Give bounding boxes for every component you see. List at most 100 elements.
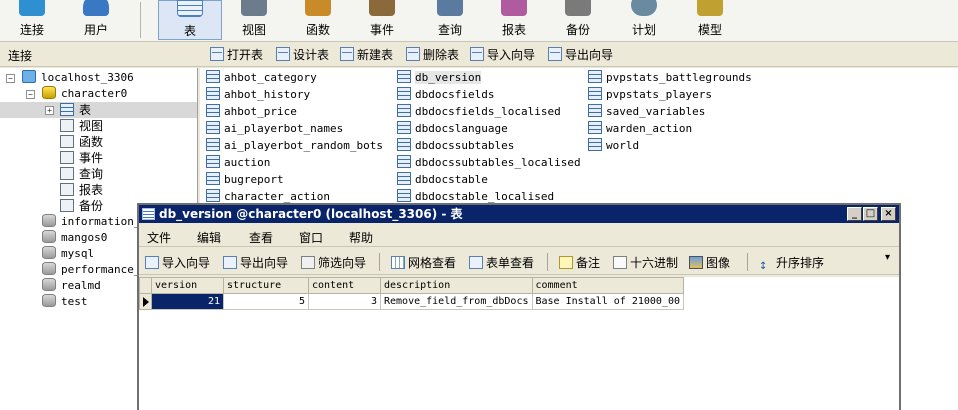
table-icon [397, 138, 411, 151]
list-item[interactable]: dbdocssubtables_localised [397, 155, 581, 171]
data-grid[interactable]: version structure content description co… [139, 277, 899, 410]
tree-db[interactable]: performance_ [42, 262, 140, 278]
memo-button[interactable]: 备注 [559, 254, 600, 271]
list-item[interactable]: dbdocsfields_localised [397, 104, 561, 120]
list-item[interactable]: ahbot_category [206, 70, 317, 86]
table-name: character_action [224, 190, 330, 203]
filter-wizard-button[interactable]: 筛选向导 [301, 254, 366, 271]
list-item[interactable]: pvpstats_battlegrounds [588, 70, 752, 86]
tree-category-views[interactable]: 视图 [60, 118, 103, 134]
list-item[interactable]: pvpstats_players [588, 87, 712, 103]
list-item[interactable]: dbdocslanguage [397, 121, 508, 137]
table-cell-comment[interactable]: Base Install of 21000_00 [531, 293, 684, 310]
list-item[interactable]: world [588, 138, 639, 154]
new-table-button[interactable]: 新建表 [340, 46, 393, 64]
column-header-structure[interactable]: structure [223, 277, 309, 294]
import-wizard-button[interactable]: 导入向导 [145, 254, 210, 271]
export-wizard-button[interactable]: 导出向导 [223, 254, 288, 271]
category-label: 报表 [79, 183, 104, 197]
column-header-version[interactable]: version [151, 277, 224, 294]
tree-db[interactable]: mangos0 [42, 230, 107, 246]
menu-file[interactable]: 文件 [147, 229, 171, 246]
minimize-button[interactable]: _ [847, 207, 862, 221]
table-cell-structure[interactable]: 5 [223, 293, 309, 310]
grid-view-button[interactable]: 网格查看 [391, 254, 456, 271]
hex-icon [613, 256, 627, 269]
user-button[interactable]: 用户 [64, 0, 128, 40]
tree-category-functions[interactable]: 函数 [60, 134, 103, 150]
function-button[interactable]: 函数 [286, 0, 350, 40]
menu-window[interactable]: 窗口 [299, 229, 323, 246]
form-view-label: 表单查看 [486, 256, 535, 270]
list-item[interactable]: dbdocsfields [397, 87, 494, 103]
hex-button[interactable]: 十六进制 [613, 254, 678, 271]
export-wizard-button[interactable]: 导出向导 [548, 46, 613, 64]
list-item[interactable]: ahbot_history [206, 87, 310, 103]
table-cell-version[interactable]: 21 [151, 293, 224, 310]
list-item[interactable]: warden_action [588, 121, 692, 137]
image-button[interactable]: 图像 [689, 254, 730, 271]
table-button[interactable]: 表 [158, 0, 222, 40]
backup-button[interactable]: 备份 [546, 0, 610, 40]
database-icon [42, 294, 56, 307]
list-item[interactable]: ai_playerbot_random_bots [206, 138, 383, 154]
table-window[interactable]: db_version @character0 (localhost_3306) … [137, 203, 901, 410]
tree-category-events[interactable]: 事件 [60, 150, 103, 166]
sort-ascending-button[interactable]: ↕ 升序排序 [759, 254, 824, 274]
schedule-button[interactable]: 计划 [612, 0, 676, 40]
data-table[interactable]: version structure content description co… [139, 277, 684, 310]
event-button[interactable]: 事件 [350, 0, 414, 40]
open-table-button[interactable]: 打开表 [210, 46, 263, 64]
table-cell-description[interactable]: Remove_field_from_dbDocs [380, 293, 533, 310]
design-table-button[interactable]: 设计表 [276, 46, 329, 64]
list-item-selected[interactable]: db_version [397, 70, 482, 86]
tree-category-backups[interactable]: 备份 [60, 198, 103, 214]
close-button[interactable]: × [881, 207, 896, 221]
toolbar-overflow-icon[interactable]: ▾ [885, 252, 890, 263]
collapse-icon[interactable]: − [26, 90, 35, 99]
table-name: ai_playerbot_random_bots [224, 139, 383, 152]
tree-db[interactable]: test [42, 294, 88, 310]
collapse-icon[interactable]: − [6, 74, 15, 83]
table-name: ahbot_category [224, 71, 317, 84]
tree-category-tables[interactable]: + 表 [0, 102, 197, 118]
category-label: 函数 [79, 135, 104, 149]
maximize-button[interactable]: □ [863, 207, 878, 221]
new-table-label: 新建表 [357, 48, 394, 62]
import-wizard-button[interactable]: 导入向导 [470, 46, 535, 64]
list-item[interactable]: dbdocstable [397, 172, 488, 188]
query-button[interactable]: 查询 [418, 0, 482, 40]
tree-category-queries[interactable]: 查询 [60, 166, 103, 182]
menu-help[interactable]: 帮助 [349, 229, 373, 246]
list-item[interactable]: saved_variables [588, 104, 705, 120]
tree-db[interactable]: realmd [42, 278, 101, 294]
list-item[interactable]: auction [206, 155, 270, 171]
table-cell-content[interactable]: 3 [308, 293, 381, 310]
window-titlebar[interactable]: db_version @character0 (localhost_3306) … [139, 205, 899, 223]
column-header-content[interactable]: content [308, 277, 381, 294]
table-row[interactable]: 21 5 3 Remove_field_from_dbDocs Base Ins… [139, 293, 684, 310]
table-name: saved_variables [606, 105, 706, 118]
tree-category-reports[interactable]: 报表 [60, 182, 103, 198]
column-header-comment[interactable]: comment [531, 277, 684, 294]
tree-db[interactable]: mysql [42, 246, 94, 262]
model-button[interactable]: 模型 [678, 0, 742, 40]
delete-table-button[interactable]: 删除表 [406, 46, 459, 64]
expand-icon[interactable]: + [45, 106, 54, 115]
list-item[interactable]: ahbot_price [206, 104, 297, 120]
report-button[interactable]: 报表 [482, 0, 546, 40]
list-item[interactable]: bugreport [206, 172, 284, 188]
view-button[interactable]: 视图 [222, 0, 286, 40]
database-icon [42, 230, 56, 243]
menu-view[interactable]: 查看 [249, 229, 273, 246]
form-view-button[interactable]: 表单查看 [469, 254, 534, 271]
connect-button[interactable]: 连接 [0, 0, 64, 40]
tree-db[interactable]: information_ [42, 214, 140, 230]
menu-edit[interactable]: 编辑 [197, 229, 221, 246]
tree-host[interactable]: − localhost_3306 [6, 70, 134, 86]
list-item[interactable]: dbdocssubtables [397, 138, 514, 154]
tree-db-character0[interactable]: − character0 [26, 86, 127, 102]
column-header-description[interactable]: description [380, 277, 533, 294]
table-icon [60, 103, 74, 116]
list-item[interactable]: ai_playerbot_names [206, 121, 343, 137]
